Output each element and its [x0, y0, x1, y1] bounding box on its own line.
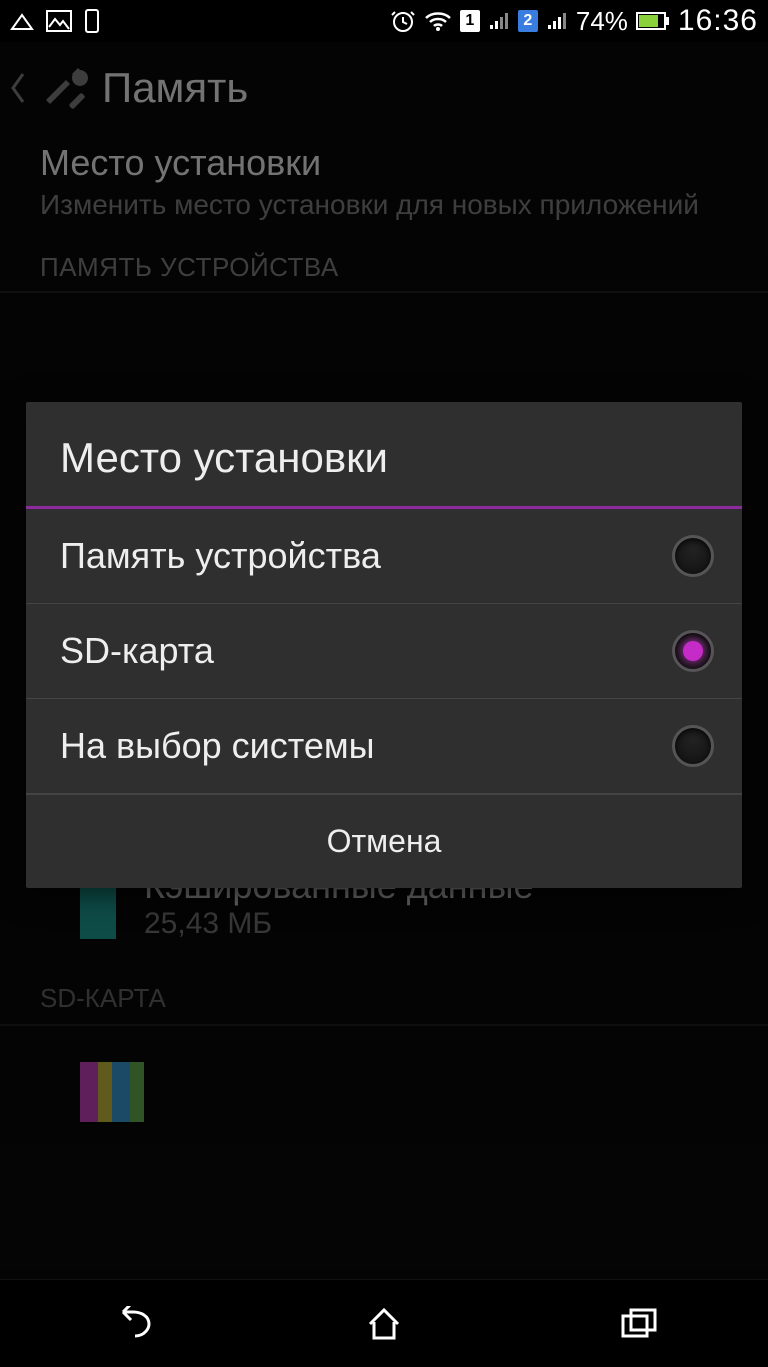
option-device-memory[interactable]: Память устройства	[26, 509, 742, 604]
option-label: На выбор системы	[60, 725, 375, 767]
back-button[interactable]	[68, 1294, 188, 1354]
dialog-title: Место установки	[26, 402, 742, 506]
radio-icon	[672, 535, 714, 577]
status-clock: 16:36	[678, 4, 758, 38]
sim1-badge: 1	[460, 10, 480, 32]
status-bar: 1 2 74% 16:36	[0, 0, 768, 42]
option-system-choice[interactable]: На выбор системы	[26, 699, 742, 794]
option-label: Память устройства	[60, 535, 381, 577]
radio-icon	[672, 630, 714, 672]
recent-apps-button[interactable]	[580, 1294, 700, 1354]
sim2-badge: 2	[518, 10, 538, 32]
signal-activity-icon	[10, 11, 34, 31]
navigation-bar	[0, 1279, 768, 1367]
battery-percent: 74%	[576, 6, 628, 37]
home-button[interactable]	[324, 1294, 444, 1354]
radio-icon	[672, 725, 714, 767]
photo-icon	[46, 10, 72, 32]
device-icon	[84, 9, 100, 33]
alarm-icon	[390, 8, 416, 34]
cancel-button[interactable]: Отмена	[26, 795, 742, 888]
install-location-dialog: Место установки Память устройства SD-кар…	[26, 402, 742, 888]
status-right: 1 2 74% 16:36	[390, 4, 758, 38]
dialog-footer: Отмена	[26, 794, 742, 888]
battery-icon	[636, 11, 670, 31]
signal-2-icon	[546, 11, 568, 31]
signal-1-icon	[488, 11, 510, 31]
wifi-icon	[424, 10, 452, 32]
option-sd-card[interactable]: SD-карта	[26, 604, 742, 699]
status-left	[10, 9, 100, 33]
option-label: SD-карта	[60, 630, 214, 672]
